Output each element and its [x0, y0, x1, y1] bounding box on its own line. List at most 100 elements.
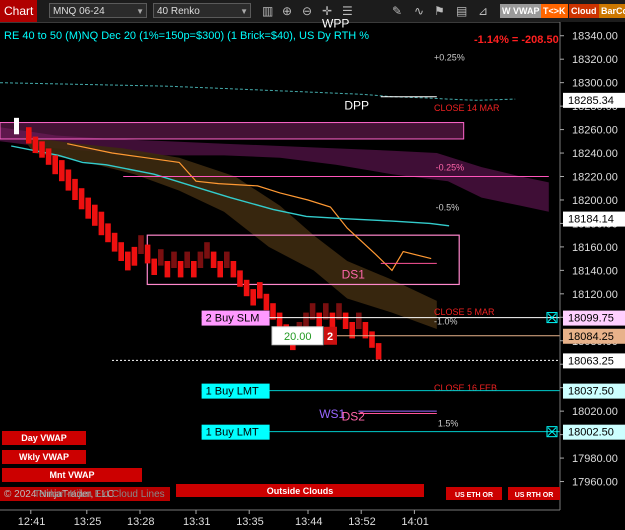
renko-brick — [191, 261, 197, 278]
level-label: +0.25% — [434, 52, 465, 62]
y-tick-label: 18320.00 — [572, 54, 618, 66]
renko-brick — [250, 289, 256, 306]
order-label-text: 1 Buy LMT — [206, 427, 259, 439]
ichimoku-clouds — [0, 122, 549, 329]
renko-brick — [45, 148, 52, 165]
y-tick-label: 18300.00 — [572, 78, 618, 90]
price-tag-label: 18037.50 — [568, 386, 614, 398]
level-label: DPP — [344, 99, 369, 113]
price-tag-label: 18063.25 — [568, 355, 614, 367]
bottom-button-label: US RTH OR — [515, 492, 554, 499]
renko-brick — [158, 249, 164, 266]
renko-brick — [65, 169, 72, 191]
renko-brick — [59, 160, 65, 182]
renko-brick — [356, 312, 362, 329]
bottom-toggle-button[interactable]: US ETH OR — [446, 487, 502, 500]
order-label[interactable]: 1 Buy LMT — [201, 383, 270, 399]
price-tag-label: 18285.34 — [568, 95, 614, 107]
bottom-toggle-button[interactable]: Outside Clouds — [176, 484, 424, 497]
x-tick-label: 14:01 — [401, 516, 429, 528]
price-axis: 17960.0017980.0018000.0018020.0018040.00… — [559, 22, 625, 510]
order-label[interactable]: 1 Buy LMT — [201, 424, 270, 440]
renko-brick — [111, 232, 118, 252]
renko-brick — [184, 251, 190, 268]
y-tick-label: 18260.00 — [572, 125, 618, 137]
chart-title: RE 40 to 50 (M)NQ Dec 20 (1%=150p=$300) … — [4, 30, 369, 42]
vwap-button-label: Mnt VWAP — [50, 470, 95, 480]
renko-brick — [237, 270, 243, 287]
y-tick-label: 18120.00 — [572, 289, 618, 301]
bottom-toggle-button[interactable]: US RTH OR — [508, 487, 560, 500]
level-label: 1.5% — [438, 418, 459, 428]
y-tick-label: 18240.00 — [572, 148, 618, 160]
level-lines: WPPDPPDS1WS1DS2CLOSE 14 MARCLOSE 5 MARCL… — [112, 17, 560, 440]
level-label: DS1 — [342, 268, 366, 282]
renko-brick — [98, 211, 105, 236]
renko-chart: WPPDPPDS1WS1DS2CLOSE 14 MARCLOSE 5 MARCL… — [0, 17, 625, 528]
renko-brick — [197, 251, 204, 268]
price-tag-label: 18002.50 — [568, 427, 614, 439]
y-tick-label: 17960.00 — [572, 477, 618, 489]
level-label: WPP — [322, 17, 349, 31]
renko-brick — [171, 251, 177, 268]
renko-brick — [230, 261, 237, 278]
renko-brick — [342, 312, 349, 329]
renko-brick — [26, 127, 32, 144]
renko-brick — [105, 223, 111, 243]
y-tick-label: 18020.00 — [572, 406, 618, 418]
x-tick-label: 13:25 — [74, 516, 102, 528]
y-tick-label: 18200.00 — [572, 195, 618, 207]
renko-brick — [177, 261, 184, 278]
renko-brick — [164, 261, 171, 278]
renko-brick — [217, 261, 223, 278]
position-box[interactable]: 20.00 2 — [271, 326, 337, 346]
price-tag-label: 18099.75 — [568, 313, 614, 325]
y-tick-label: 18340.00 — [572, 31, 618, 43]
level-label: -0.5% — [436, 203, 460, 213]
x-tick-label: 13:31 — [183, 516, 211, 528]
y-tick-label: 18140.00 — [572, 265, 618, 277]
price-tag-label: 18084.25 — [568, 331, 614, 343]
level-label: -0.25% — [436, 163, 465, 173]
vwap-button[interactable]: Mnt VWAP — [2, 468, 142, 482]
position-qty: 20.00 — [284, 331, 312, 343]
vwap-button-label: Day VWAP — [21, 433, 67, 443]
bottom-button-label: Outside Clouds — [267, 486, 334, 496]
renko-brick — [138, 235, 144, 254]
vwap-button[interactable]: Day VWAP — [2, 431, 86, 445]
renko-brick — [369, 331, 375, 348]
y-tick-label: 17980.00 — [572, 453, 618, 465]
y-tick-label: 18160.00 — [572, 242, 618, 254]
renko-brick — [131, 246, 138, 266]
resistance-zone — [0, 122, 465, 140]
order-label-text: 1 Buy LMT — [206, 386, 259, 398]
renko-brick — [72, 178, 78, 200]
vwap-button[interactable]: Wkly VWAP — [2, 450, 86, 464]
renko-brick — [32, 136, 39, 153]
renko-brick — [224, 251, 230, 268]
renko-brick — [125, 251, 131, 271]
renko-brick — [39, 141, 45, 158]
dpp-line — [0, 82, 516, 101]
x-tick-label: 13:44 — [295, 516, 323, 528]
renko-brick — [329, 312, 336, 329]
x-tick-label: 13:35 — [236, 516, 264, 528]
renko-brick — [78, 188, 85, 210]
position-count: 2 — [327, 331, 333, 343]
x-tick-label: 12:41 — [18, 516, 46, 528]
renko-brick — [92, 204, 98, 226]
renko-brick — [375, 343, 382, 360]
renko-brick — [85, 197, 91, 219]
level-label: CLOSE 14 MAR — [434, 103, 500, 113]
bottom-button-label: US ETH OR — [455, 492, 493, 499]
x-tick-label: 13:52 — [348, 516, 376, 528]
y-tick-label: 18220.00 — [572, 172, 618, 184]
vwap-button-label: Wkly VWAP — [19, 452, 69, 462]
order-label[interactable]: 2 Buy SLM — [201, 310, 270, 326]
indicator-watermark: Tenkan-Kijun Ext Cloud Lines — [34, 489, 165, 500]
renko-brick — [52, 155, 58, 175]
renko-brick — [210, 251, 217, 268]
time-axis: 12:41 13:25 13:28 13:31 13:35 13:44 13:52 14:01 — [0, 509, 560, 528]
x-tick-label: 13:28 — [127, 516, 155, 528]
renko-brick — [151, 258, 157, 275]
